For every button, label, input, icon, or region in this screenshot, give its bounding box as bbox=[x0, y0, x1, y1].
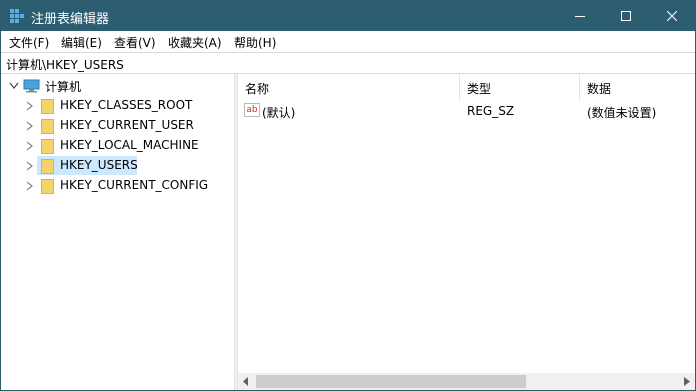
column-header-type[interactable]: 类型 bbox=[460, 74, 580, 100]
close-icon bbox=[667, 11, 677, 21]
key-tree: 计算机 HKEY_CLASSES_ROOT HKEY_CURRENT_USER bbox=[1, 74, 234, 390]
folder-icon bbox=[41, 119, 54, 134]
tree-item-hkey-classes-root[interactable]: HKEY_CLASSES_ROOT bbox=[1, 96, 234, 116]
close-button[interactable] bbox=[649, 1, 695, 31]
tree-root-label: 计算机 bbox=[45, 80, 82, 94]
scrollbar-thumb[interactable] bbox=[256, 375, 526, 388]
tree-item-hkey-current-user[interactable]: HKEY_CURRENT_USER bbox=[1, 116, 234, 136]
value-name: (默认) bbox=[262, 106, 296, 120]
scroll-left-icon[interactable] bbox=[243, 377, 249, 386]
value-type: REG_SZ bbox=[467, 104, 515, 118]
menu-help[interactable]: 帮助(H) bbox=[234, 34, 276, 51]
tree-item-hkey-local-machine[interactable]: HKEY_LOCAL_MACHINE bbox=[1, 136, 234, 156]
value-row[interactable]: ab (默认) REG_SZ (数值未设置) bbox=[238, 101, 695, 121]
minimize-icon bbox=[575, 16, 585, 17]
chevron-right-icon[interactable] bbox=[26, 101, 33, 111]
tree-item-label: HKEY_CLASSES_ROOT bbox=[60, 98, 193, 112]
chevron-down-icon[interactable] bbox=[9, 82, 19, 90]
tree-item-label: HKEY_CURRENT_USER bbox=[60, 118, 194, 132]
menu-view[interactable]: 查看(V) bbox=[114, 34, 156, 51]
registry-editor-window: 注册表编辑器 文件(F) 编辑(E) 查看(V) 收藏夹(A) 帮助(H) 计算… bbox=[0, 0, 696, 391]
computer-icon bbox=[23, 79, 40, 93]
horizontal-scrollbar[interactable] bbox=[238, 373, 695, 390]
column-header-name-label: 名称 bbox=[245, 82, 270, 96]
menu-favorites[interactable]: 收藏夹(A) bbox=[168, 34, 222, 51]
folder-icon bbox=[41, 139, 54, 154]
folder-icon bbox=[41, 179, 54, 194]
window-title: 注册表编辑器 bbox=[31, 12, 110, 27]
chevron-right-icon[interactable] bbox=[26, 161, 33, 171]
registry-app-icon bbox=[10, 9, 24, 23]
minimize-button[interactable] bbox=[557, 1, 603, 31]
maximize-button[interactable] bbox=[603, 1, 649, 31]
maximize-icon bbox=[621, 11, 631, 21]
menu-file[interactable]: 文件(F) bbox=[9, 34, 49, 51]
column-header-name[interactable]: 名称 bbox=[238, 74, 460, 100]
string-value-icon: ab bbox=[244, 103, 260, 117]
column-header-data-label: 数据 bbox=[587, 82, 612, 96]
column-header-data[interactable]: 数据 bbox=[580, 74, 695, 100]
scroll-right-icon[interactable] bbox=[684, 377, 690, 386]
menu-bar: 文件(F) 编辑(E) 查看(V) 收藏夹(A) 帮助(H) bbox=[1, 31, 695, 52]
chevron-right-icon[interactable] bbox=[26, 141, 33, 151]
chevron-right-icon[interactable] bbox=[26, 181, 33, 191]
address-path[interactable]: 计算机\HKEY_USERS bbox=[6, 56, 124, 73]
tree-item-label: HKEY_LOCAL_MACHINE bbox=[60, 138, 199, 152]
address-bar[interactable]: 计算机\HKEY_USERS bbox=[1, 52, 695, 74]
chevron-right-icon[interactable] bbox=[26, 121, 33, 131]
column-header-type-label: 类型 bbox=[467, 82, 492, 96]
tree-item-label: HKEY_CURRENT_CONFIG bbox=[60, 178, 209, 192]
title-bar[interactable]: 注册表编辑器 bbox=[1, 1, 695, 31]
tree-item-label: HKEY_USERS bbox=[60, 158, 138, 172]
menu-edit[interactable]: 编辑(E) bbox=[61, 34, 102, 51]
value-data: (数值未设置) bbox=[587, 106, 657, 120]
tree-item-hkey-current-config[interactable]: HKEY_CURRENT_CONFIG bbox=[1, 176, 234, 196]
tree-root-computer[interactable]: 计算机 bbox=[1, 76, 234, 96]
folder-icon bbox=[41, 159, 54, 174]
folder-icon bbox=[41, 99, 54, 114]
value-list: 名称 类型 数据 ab (默认) REG_SZ (数值未设置) bbox=[238, 74, 695, 390]
tree-item-hkey-users[interactable]: HKEY_USERS bbox=[1, 156, 234, 176]
